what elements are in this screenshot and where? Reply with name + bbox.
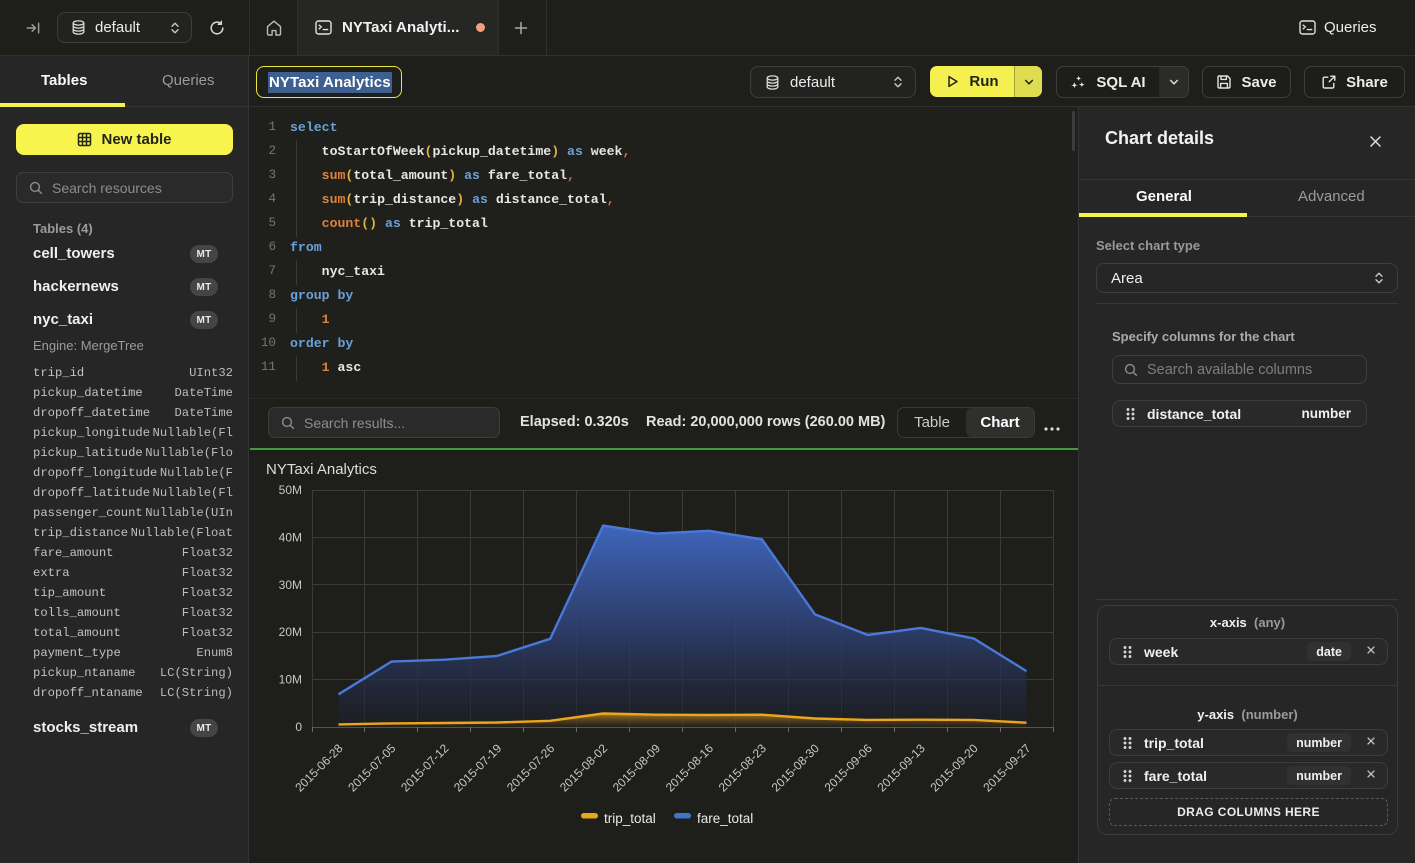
- svg-text:2015-07-26: 2015-07-26: [504, 741, 558, 795]
- svg-text:fare_total: fare_total: [697, 811, 753, 826]
- svg-text:10M: 10M: [279, 673, 302, 687]
- svg-text:30M: 30M: [279, 578, 302, 592]
- svg-text:trip_total: trip_total: [604, 811, 656, 826]
- svg-text:2015-08-02: 2015-08-02: [557, 741, 611, 795]
- svg-text:40M: 40M: [279, 530, 302, 544]
- svg-text:0: 0: [295, 720, 302, 734]
- svg-text:NYTaxi Analytics: NYTaxi Analytics: [266, 461, 377, 478]
- svg-text:2015-06-28: 2015-06-28: [292, 741, 346, 795]
- svg-text:2015-09-27: 2015-09-27: [980, 741, 1034, 795]
- svg-text:2015-07-12: 2015-07-12: [398, 741, 452, 795]
- svg-text:50M: 50M: [279, 483, 302, 497]
- svg-text:2015-08-30: 2015-08-30: [769, 741, 823, 795]
- svg-text:2015-07-05: 2015-07-05: [345, 741, 399, 795]
- svg-text:2015-09-20: 2015-09-20: [927, 741, 981, 795]
- svg-text:2015-09-06: 2015-09-06: [822, 741, 876, 795]
- svg-text:2015-07-19: 2015-07-19: [451, 741, 505, 795]
- svg-text:2015-08-16: 2015-08-16: [663, 741, 717, 795]
- svg-text:20M: 20M: [279, 625, 302, 639]
- svg-text:2015-08-09: 2015-08-09: [610, 741, 664, 795]
- svg-text:2015-08-23: 2015-08-23: [716, 741, 770, 795]
- svg-text:2015-09-13: 2015-09-13: [875, 741, 929, 795]
